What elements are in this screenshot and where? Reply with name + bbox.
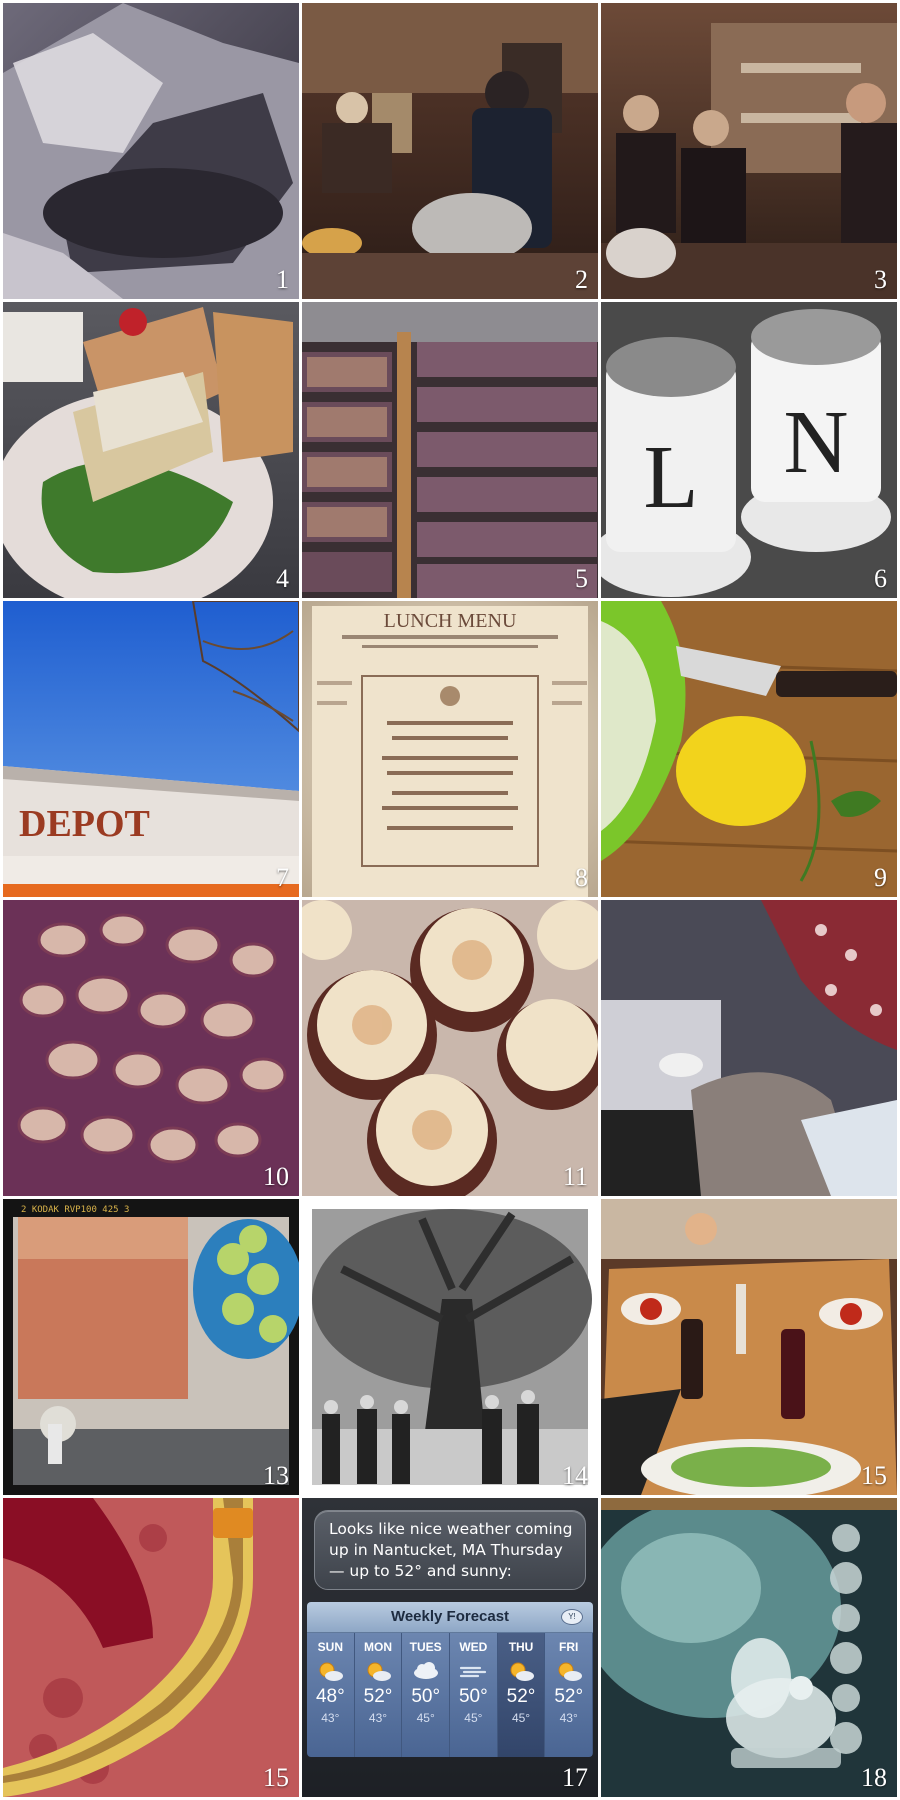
weather-low-temp: 43° — [559, 1711, 578, 1725]
weather-days-row: SUN 48° 43° MON 52° 43° TUES 50° 45° WED 50° 45° THU… — [307, 1633, 593, 1757]
wind-icon — [460, 1666, 487, 1678]
photo-number: 15 — [263, 1763, 289, 1792]
weather-day-tues: TUES 50° 45° — [402, 1633, 451, 1757]
photo-tile-13: 2 KODAK RVP100 425 3 13 — [3, 1199, 299, 1495]
photo-tile-12 — [601, 900, 897, 1196]
photo-dvd-shelves — [302, 302, 598, 598]
weather-day-thu: THU 52° 45° — [497, 1633, 546, 1757]
weather-day-name: TUES — [409, 1640, 442, 1654]
weather-high-temp: 52° — [363, 1686, 393, 1707]
photo-tile-18: 18 — [601, 1498, 897, 1797]
photo-number: 13 — [263, 1461, 289, 1490]
photo-tile-7: DEPOT 7 — [3, 601, 299, 897]
weather-forecast-header: Weekly Forecast Y! — [307, 1602, 593, 1633]
siri-response-text: Looks like nice weather coming up in Nan… — [329, 1520, 573, 1580]
photo-number: 10 — [263, 1162, 289, 1191]
photo-tile-10: 10 — [3, 900, 299, 1196]
weather-day-wed: WED 50° 45° — [450, 1633, 498, 1757]
photo-tile-6: L N 6 — [601, 302, 897, 598]
weather-high-temp: 48° — [315, 1686, 345, 1707]
photo-number: 15 — [861, 1461, 887, 1490]
cloud-icon — [413, 1662, 438, 1679]
weather-high-temp: 52° — [506, 1686, 536, 1707]
photo-number: 18 — [861, 1763, 887, 1792]
photo-tile-9: 9 — [601, 601, 897, 897]
weather-day-mon: MON 52° 43° — [354, 1633, 403, 1757]
photo-toy-train-track — [3, 1498, 299, 1797]
photo-monogram-mugs: L N — [601, 302, 897, 598]
photo-number: 6 — [874, 564, 887, 593]
photo-tree-family — [312, 1209, 592, 1485]
svg-text:L: L — [644, 428, 699, 527]
weather-high-temp: 50° — [411, 1686, 441, 1707]
photo-number: 14 — [562, 1461, 588, 1490]
photo-tile-3: 3 — [601, 3, 897, 299]
weather-low-temp: 45° — [416, 1711, 435, 1725]
weather-high-temp: 50° — [458, 1686, 488, 1707]
sun-cloud-icon — [319, 1662, 344, 1681]
photo-number: 4 — [276, 564, 289, 593]
photo-number: 9 — [874, 863, 887, 892]
siri-response-bubble: Looks like nice weather coming up in Nan… — [314, 1510, 586, 1590]
photo-cupcakes — [302, 900, 598, 1196]
photo-number: 2 — [575, 265, 588, 294]
sun-cloud-icon — [558, 1662, 582, 1681]
svg-text:N: N — [784, 393, 849, 492]
photo-tile-11: 11 — [302, 900, 598, 1196]
photo-tile-14: 14 — [302, 1199, 598, 1495]
photo-lemon-cutting-board — [601, 601, 897, 897]
weather-day-name: SUN — [317, 1640, 343, 1654]
film-edge-text: 2 KODAK RVP100 425 3 — [21, 1205, 129, 1215]
photo-dinner-table — [601, 1199, 897, 1495]
photo-tile-4: 4 — [3, 302, 299, 598]
photo-number: 5 — [575, 564, 588, 593]
weather-low-temp: 43° — [368, 1711, 388, 1725]
photo-living-room-laptop — [601, 900, 897, 1196]
photo-tile-15a: 15 — [601, 1199, 897, 1495]
weather-day-name: WED — [459, 1640, 488, 1654]
photo-glass-turkey-lamp — [601, 1498, 897, 1797]
weather-day-sun: SUN 48° 43° — [307, 1633, 355, 1757]
photo-kitchen-staff — [601, 23, 897, 299]
photo-kitchen-counter — [302, 3, 598, 299]
weather-high-temp: 52° — [554, 1686, 584, 1707]
photo-depot-sign: DEPOT — [3, 601, 299, 897]
photo-number: 17 — [562, 1763, 588, 1792]
depot-sign-text: DEPOT — [19, 803, 150, 845]
weather-low-temp: 43° — [321, 1711, 340, 1725]
photo-tile-15b: 15 — [3, 1498, 299, 1797]
photo-tile-17: Looks like nice weather coming up in Nan… — [302, 1498, 598, 1797]
weather-low-temp: 45° — [511, 1711, 531, 1725]
sun-cloud-icon — [510, 1662, 535, 1681]
photo-number: 3 — [874, 265, 887, 294]
photo-tile-1: 1 — [3, 3, 299, 299]
photo-tile-5: 5 — [302, 302, 598, 598]
sun-cloud-icon — [367, 1662, 391, 1681]
photo-tile-8: LUNCH MENU 8 — [302, 601, 598, 897]
photo-number: 8 — [575, 863, 588, 892]
photo-number: 7 — [276, 863, 289, 892]
weather-day-name: FRI — [559, 1640, 579, 1654]
weather-day-fri: FRI 52° 43° — [545, 1633, 593, 1757]
weather-forecast-widget: Weekly Forecast Y! SUN 48° 43° MON 52° 43° TUE… — [307, 1602, 593, 1757]
photo-sandwich — [3, 307, 293, 598]
photo-collage: 1 2 3 4 5 L N 6 DEPOT 7 LUNCH MENU 8 9 1… — [0, 0, 900, 1800]
photo-number: 1 — [276, 265, 289, 294]
photo-drink-dispenser: 2 KODAK RVP100 425 3 — [3, 1199, 299, 1495]
weather-low-temp: 45° — [464, 1711, 483, 1725]
photo-number: 11 — [562, 1162, 588, 1191]
photo-lunch-menu: LUNCH MENU — [312, 606, 588, 897]
weather-day-name: THU — [508, 1640, 534, 1654]
weather-forecast-title: Weekly Forecast — [390, 1608, 510, 1625]
photo-tile-2: 2 — [302, 3, 598, 299]
photo-wrapped-boot — [3, 3, 299, 299]
menu-title: LUNCH MENU — [384, 610, 517, 632]
photo-clams — [3, 900, 299, 1196]
weather-day-name: MON — [364, 1640, 392, 1654]
yahoo-logo-icon: Y! — [561, 1609, 583, 1625]
